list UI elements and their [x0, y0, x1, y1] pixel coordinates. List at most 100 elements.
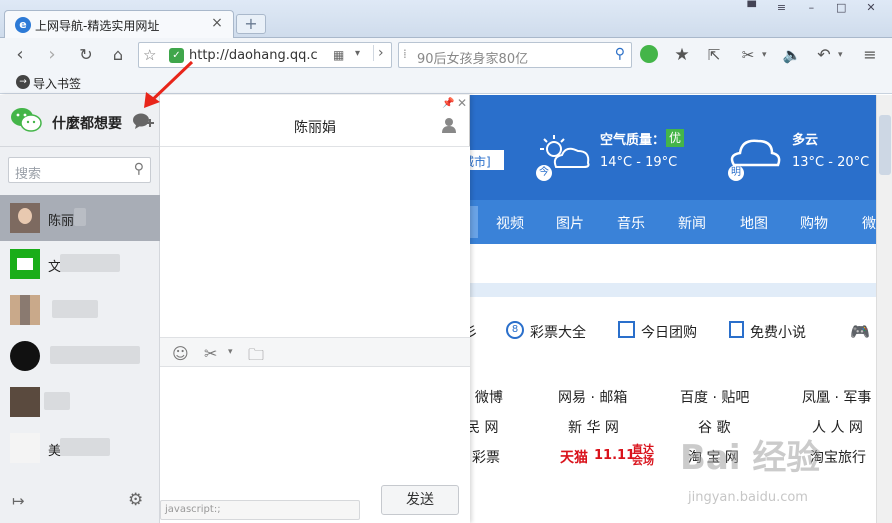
- aqi-badge: 优: [666, 129, 684, 147]
- link-baidu-tieba[interactable]: 百度 · 贴吧: [680, 387, 749, 407]
- tab-title: 上网导航-精选实用网址: [35, 19, 160, 33]
- browser-tab[interactable]: e 上网导航-精选实用网址 ×: [4, 10, 234, 38]
- status-text: javascript:;: [165, 504, 221, 515]
- search-icon[interactable]: ⚲: [134, 161, 144, 177]
- wechat-panel: 什麼都想要 搜索 ⚲ 陈丽 文 美 ↦ ⚙ 陈丽娟 📌 ✕ ☺ ✂ ▾ 🗀 发送…: [0, 95, 470, 523]
- search-bar[interactable]: ⁞ 90后女孩身家80亿 ⚲: [398, 42, 632, 68]
- emoji-icon[interactable]: ☺: [172, 344, 189, 363]
- chevron-down-icon[interactable]: ▾: [355, 48, 360, 59]
- divider-strip: [470, 283, 876, 297]
- status-bar: javascript:;: [160, 500, 360, 520]
- city-box[interactable]: 城市]: [462, 150, 504, 170]
- search-input[interactable]: 90后女孩身家80亿: [417, 48, 528, 67]
- scrollbar-thumb[interactable]: [879, 115, 891, 175]
- import-bookmarks-link[interactable]: 导入书签: [33, 75, 81, 92]
- contact-item[interactable]: [0, 379, 160, 425]
- ie-logo-icon: e: [15, 17, 31, 33]
- novel-icon: [729, 321, 744, 338]
- service-lottery[interactable]: 彩票大全: [530, 322, 586, 342]
- nav-active-tab[interactable]: [470, 206, 478, 238]
- nav-music[interactable]: 音乐: [617, 213, 645, 233]
- chat-sidebar: 什麼都想要 搜索 ⚲ 陈丽 文 美 ↦ ⚙: [0, 95, 160, 523]
- refresh-icon[interactable]: ↻: [72, 41, 100, 69]
- nav-video[interactable]: 视频: [496, 213, 524, 233]
- favorites-star-icon[interactable]: ★: [668, 41, 696, 69]
- nav-images[interactable]: 图片: [556, 213, 584, 233]
- link-163-mail[interactable]: 网易 · 邮箱: [558, 387, 627, 407]
- chevron-down-icon[interactable]: ▾: [762, 50, 767, 60]
- chevron-down-icon[interactable]: ▾: [838, 50, 843, 60]
- link-people[interactable]: 民 网: [466, 417, 498, 437]
- link-lottery[interactable]: 彩票: [472, 447, 500, 467]
- tab-close-icon[interactable]: ×: [209, 15, 225, 31]
- service-groupbuy[interactable]: 今日团购: [641, 322, 697, 342]
- link-tmall[interactable]: 天猫: [560, 447, 588, 467]
- message-input[interactable]: [160, 367, 470, 475]
- gear-icon[interactable]: ⚙: [128, 490, 143, 510]
- qr-code-icon[interactable]: ▦: [333, 48, 344, 62]
- service-novel[interactable]: 免费小说: [750, 322, 806, 342]
- avatar: [10, 433, 40, 463]
- contact-search-input[interactable]: 搜索 ⚲: [8, 157, 151, 183]
- menu-icon[interactable]: ≡: [769, 0, 795, 16]
- undo-icon[interactable]: ↶: [810, 41, 838, 69]
- contact-item[interactable]: 陈丽: [0, 195, 160, 241]
- nav-map[interactable]: 地图: [740, 213, 768, 233]
- weather-band: 城市] 今 空气质量： 优 14°C - 19°C 明 多云 13°C - 20…: [462, 95, 876, 200]
- main-menu-icon[interactable]: ≡: [856, 41, 884, 69]
- skin-icon[interactable]: ▀: [739, 0, 765, 16]
- tomorrow-tag: 明: [728, 165, 744, 181]
- contact-item[interactable]: [0, 287, 160, 333]
- share-icon[interactable]: ⇱: [700, 41, 728, 69]
- home-icon[interactable]: ⌂: [104, 41, 132, 69]
- blurred-name: [60, 438, 110, 456]
- forward-icon[interactable]: ›: [38, 41, 66, 69]
- speaker-icon[interactable]: 🔈: [778, 41, 806, 69]
- tomorrow-temp: 13°C - 20°C: [792, 155, 870, 170]
- avatar: [10, 341, 40, 371]
- url-text[interactable]: http://daohang.qq.c: [189, 48, 318, 63]
- contact-name: 陈丽: [48, 214, 75, 229]
- account-name: 什麼都想要: [52, 116, 122, 132]
- maximize-icon[interactable]: □: [828, 0, 854, 16]
- page-scrollbar[interactable]: [876, 95, 892, 523]
- tomorrow-weather: 多云: [792, 133, 819, 148]
- today-temp: 14°C - 19°C: [600, 155, 678, 170]
- contact-item[interactable]: [0, 333, 160, 379]
- tmall-1111[interactable]: 11.11: [594, 448, 635, 463]
- wechat-logo-icon: [11, 108, 42, 132]
- nav-weibo[interactable]: 微: [862, 213, 876, 233]
- today-tag: 今: [536, 165, 552, 181]
- close-icon[interactable]: ✕: [457, 96, 467, 110]
- screenshot-scissors-icon[interactable]: ✂: [734, 41, 762, 69]
- add-chat-icon[interactable]: [132, 112, 154, 130]
- chevron-down-icon[interactable]: ▾: [228, 347, 233, 357]
- nav-news[interactable]: 新闻: [678, 213, 706, 233]
- import-icon[interactable]: →: [16, 75, 30, 89]
- back-icon[interactable]: ‹: [6, 41, 34, 69]
- input-toolbar: ☺ ✂ ▾ 🗀: [160, 337, 470, 367]
- nav-shopping[interactable]: 购物: [800, 213, 828, 233]
- tmall-promo[interactable]: 直达会场: [632, 444, 658, 466]
- search-icon[interactable]: ⚲: [615, 46, 625, 62]
- contact-item[interactable]: 文: [0, 241, 160, 287]
- link-ifeng-military[interactable]: 凤凰 · 军事: [802, 387, 871, 407]
- wechat-toolbar-icon[interactable]: [640, 45, 658, 63]
- contact-profile-icon[interactable]: [442, 117, 456, 133]
- send-button[interactable]: 发送: [381, 485, 459, 515]
- search-engine-icon[interactable]: ⁞: [403, 47, 407, 61]
- groupbuy-icon: [618, 321, 635, 338]
- close-window-icon[interactable]: ✕: [858, 0, 884, 16]
- watermark-url: jingyan.baidu.com: [688, 490, 808, 505]
- logout-icon[interactable]: ↦: [12, 492, 25, 510]
- link-weibo[interactable]: · 微博: [466, 387, 503, 407]
- link-xinhua[interactable]: 新 华 网: [568, 417, 619, 437]
- go-arrow-icon[interactable]: ›: [373, 45, 384, 61]
- minimize-icon[interactable]: –: [798, 0, 824, 16]
- pin-icon[interactable]: 📌: [442, 98, 454, 109]
- new-tab-button[interactable]: +: [236, 14, 266, 34]
- contact-item[interactable]: 美: [0, 425, 160, 471]
- gamepad-icon[interactable]: 🎮: [850, 322, 870, 341]
- conversation-header: 陈丽娟 📌 ✕: [160, 95, 470, 147]
- screenshot-scissors-icon[interactable]: ✂: [204, 344, 217, 363]
